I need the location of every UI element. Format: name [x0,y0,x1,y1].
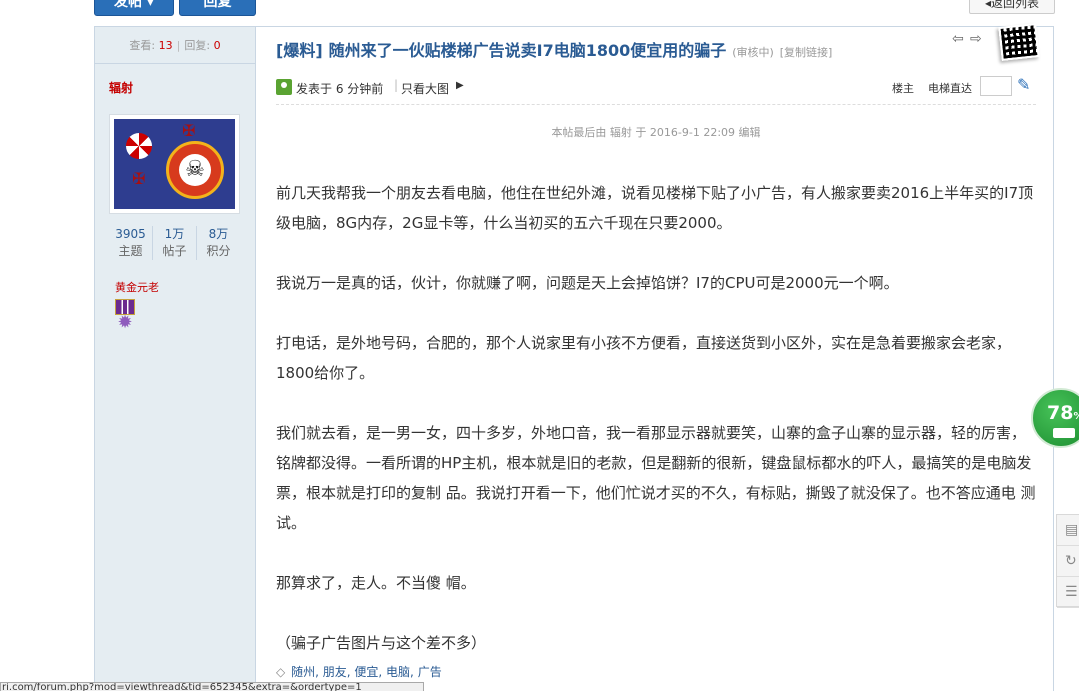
medal-icon[interactable]: ✹ [115,299,135,333]
play-arrow-icon[interactable]: ▶ [456,80,464,91]
replies-label: 回复: [184,39,211,52]
share-icon[interactable]: ↻ [1057,546,1079,577]
posts-count[interactable]: 1万帖子 [153,226,197,260]
thread-category[interactable]: [爆料] [276,41,323,60]
avatar[interactable]: ✠ ✠ ☠ [109,114,240,214]
only-images-link[interactable]: 只看大图 [401,80,449,97]
post-paragraph: 打电话，是外地号码，合肥的，那个人说家里有小孩不方便看，直接送货到小区外，实在是… [276,334,1012,382]
tag-link[interactable]: 电脑 [386,665,410,679]
edit-note: 本帖最后由 辐射 于 2016-9-1 22:09 编辑 [551,126,761,139]
meta-divider: | [394,78,399,92]
qr-code-icon[interactable] [998,23,1040,61]
avatar-glyph-top: ✠ [182,121,196,140]
posts-label: 帖子 [162,244,187,258]
umbrella-logo-icon [126,133,152,159]
tag-link[interactable]: 便宜 [354,665,378,679]
replies-count: 0 [213,39,221,52]
avatar-glyph-left: ✠ [132,169,146,188]
tag-icon: ◇ [276,665,286,679]
browser-status-bar: ri.com/forum.php?mod=viewthread&tid=6523… [0,682,424,691]
thread-title: 随州来了一伙贴楼梯广告说卖I7电脑1800便宜用的骗子 [328,41,727,60]
post-paragraph: 我说万一是真的话，伙计，你就赚了啊，问题是天上会掉馅饼？I7的CPU可是2000… [276,274,899,292]
points-value: 8万 [208,227,229,241]
forum-thread-page: 发帖 ▾ 回复 ◂返回列表 查看: 13 | 回复: 0 辐射 ✠ ✠ ☠ 39… [0,0,1079,691]
views-count: 13 [158,39,173,52]
medal-star-icon: ✹ [117,312,133,333]
points-count[interactable]: 8万积分 [197,226,240,260]
tag-link[interactable]: 广告 [418,665,442,679]
back-to-list-label: 返回列表 [991,0,1040,10]
skull-icon: ☠ [179,154,211,186]
skull-emblem-icon: ☠ [166,141,224,199]
post-paragraph: 前几天我帮我一个朋友去看电脑，他住在世纪外滩，说看见楼梯下贴了小广告，有人搬家要… [276,184,1034,232]
post-meta-row: 发表于 6 分钟前 | 只看大图 ▶ 楼主 电梯直达 ✎ [276,75,1036,105]
post-paragraph: 我们就去看，是一男一女，四十多岁，外地口音，我一看那显示器就要笑，山寨的盒子山寨… [276,424,1036,532]
comment-icon[interactable]: ▤ [1057,515,1079,546]
thread-title-row: [爆料] 随州来了一伙贴楼梯广告说卖I7电脑1800便宜用的骗子 (审核中) [复制… [276,37,1036,61]
tag-link[interactable]: 随州 [291,665,315,679]
topics-value: 3905 [115,227,146,241]
post-body: 前几天我帮我一个朋友去看电脑，他住在世纪外滩，说看见楼梯下贴了小广告，有人搬家要… [276,178,1036,658]
avatar-image: ✠ ✠ ☠ [114,119,235,209]
new-post-button[interactable]: 发帖 ▾ [94,0,174,16]
elevator-floor-input[interactable] [980,76,1012,96]
posts-value: 1万 [164,227,185,241]
online-status-icon [276,79,292,95]
post-time: 发表于 6 分钟前 [296,82,384,96]
post-tags: ◇ 随州, 朋友, 便宜, 电脑, 广告 [276,665,442,679]
elevator-go-icon[interactable]: ✎ [1017,75,1030,94]
elevator-label: 电梯直达 [928,82,972,95]
topics-label: 主题 [118,244,143,258]
points-label: 积分 [206,244,231,258]
post-content: [爆料] 随州来了一伙贴楼梯广告说卖I7电脑1800便宜用的骗子 (审核中) [复制… [276,23,1040,691]
thread-nav: ⇦ ⇨ [952,23,1040,61]
review-status: (审核中) [732,46,774,59]
back-to-list-button[interactable]: ◂返回列表 [969,0,1055,14]
post-frame: 查看: 13 | 回复: 0 辐射 ✠ ✠ ☠ 3905 主题 1万 帖子 8万 积分 [94,23,1054,691]
tag-link[interactable]: 朋友 [323,665,347,679]
author-counts: 3905 主题 1万帖子 8万积分 [109,226,240,260]
topics-count[interactable]: 3905 主题 [109,226,153,260]
floor-label: 楼主 [892,82,914,95]
battery-icon [1053,428,1075,438]
post-paragraph: （骗子广告图片与这个差不多） [276,634,487,652]
floating-toolbar: ▤ ↻ ☰ [1056,514,1079,608]
copy-link-button[interactable]: [复制链接] [780,46,833,59]
views-label: 查看: [129,39,156,52]
battery-percent-unit: % [1073,411,1079,422]
next-thread-icon[interactable]: ⇨ [970,31,982,47]
post-paragraph: 那算求了，走人。不当傻 帽。 [276,574,476,592]
battery-percent: 78% [1047,402,1079,424]
stats-divider: | [176,39,181,52]
thread-stats: 查看: 13 | 回复: 0 [95,27,255,64]
author-name[interactable]: 辐射 [109,79,133,96]
reply-button[interactable]: 回复 [179,0,256,16]
prev-thread-icon[interactable]: ⇦ [952,31,964,47]
author-sidebar: 查看: 13 | 回复: 0 辐射 ✠ ✠ ☠ 3905 主题 1万帖子 8万积分 [95,27,256,691]
battery-percent-value: 78 [1047,402,1074,424]
user-rank[interactable]: 黄金元老 [115,279,159,295]
list-icon[interactable]: ☰ [1057,577,1079,608]
